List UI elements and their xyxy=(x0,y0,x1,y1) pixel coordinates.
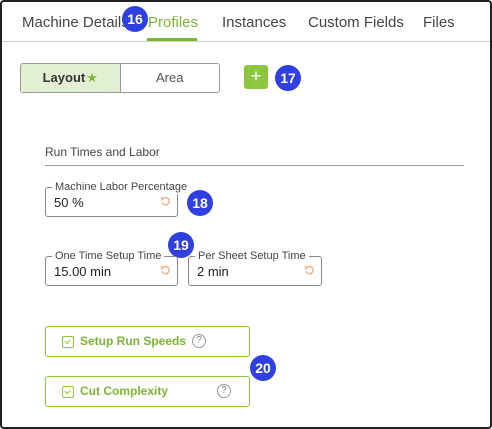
one-time-setup-time-input[interactable] xyxy=(54,264,154,279)
cut-complexity-button[interactable]: Cut Complexity ? xyxy=(45,376,250,407)
tab-files[interactable]: Files xyxy=(423,14,455,31)
reset-icon[interactable] xyxy=(160,196,171,207)
tab-bar: Machine Details Profiles Instances Custo… xyxy=(2,2,490,42)
tab-custom-fields[interactable]: Custom Fields xyxy=(308,14,404,31)
layout-toggle-button[interactable]: Layout★ xyxy=(21,64,121,92)
field-label: One Time Setup Time xyxy=(52,249,165,263)
field-label: Machine Labor Percentage xyxy=(52,180,191,194)
active-tab-indicator xyxy=(147,38,197,41)
callout-badge-17: 17 xyxy=(275,65,301,91)
button-label: Setup Run Speeds xyxy=(80,334,187,348)
callout-badge-19: 19 xyxy=(168,232,194,258)
profile-type-toggle: Layout★ Area xyxy=(20,63,220,93)
callout-badge-20: 20 xyxy=(250,355,276,381)
machine-labor-percentage-field[interactable]: Machine Labor Percentage xyxy=(45,180,191,217)
add-profile-button[interactable]: + xyxy=(244,65,268,89)
reset-icon[interactable] xyxy=(160,265,171,276)
tab-machine-details[interactable]: Machine Details xyxy=(22,14,129,31)
tab-instances[interactable]: Instances xyxy=(222,14,286,31)
help-icon[interactable]: ? xyxy=(217,384,231,398)
section-divider xyxy=(45,165,464,166)
field-label: Per Sheet Setup Time xyxy=(195,249,309,263)
setup-run-speeds-button[interactable]: Setup Run Speeds ? xyxy=(45,326,250,357)
per-sheet-setup-time-field[interactable]: Per Sheet Setup Time xyxy=(188,249,322,286)
area-toggle-button[interactable]: Area xyxy=(121,64,220,92)
expand-icon xyxy=(62,336,74,348)
expand-icon xyxy=(62,386,74,398)
callout-badge-16: 16 xyxy=(122,6,148,32)
section-title: Run Times and Labor xyxy=(45,145,160,159)
per-sheet-setup-time-input[interactable] xyxy=(197,264,297,279)
button-label: Cut Complexity xyxy=(80,384,169,398)
reset-icon[interactable] xyxy=(304,265,315,276)
star-icon: ★ xyxy=(86,70,98,85)
layout-toggle-label: Layout xyxy=(42,70,86,85)
machine-labor-percentage-input[interactable] xyxy=(54,195,154,210)
one-time-setup-time-field[interactable]: One Time Setup Time xyxy=(45,249,178,286)
profiles-panel: Machine Details Profiles Instances Custo… xyxy=(0,0,492,429)
help-icon[interactable]: ? xyxy=(192,334,206,348)
callout-badge-18: 18 xyxy=(187,190,213,216)
tab-profiles[interactable]: Profiles xyxy=(148,14,198,31)
